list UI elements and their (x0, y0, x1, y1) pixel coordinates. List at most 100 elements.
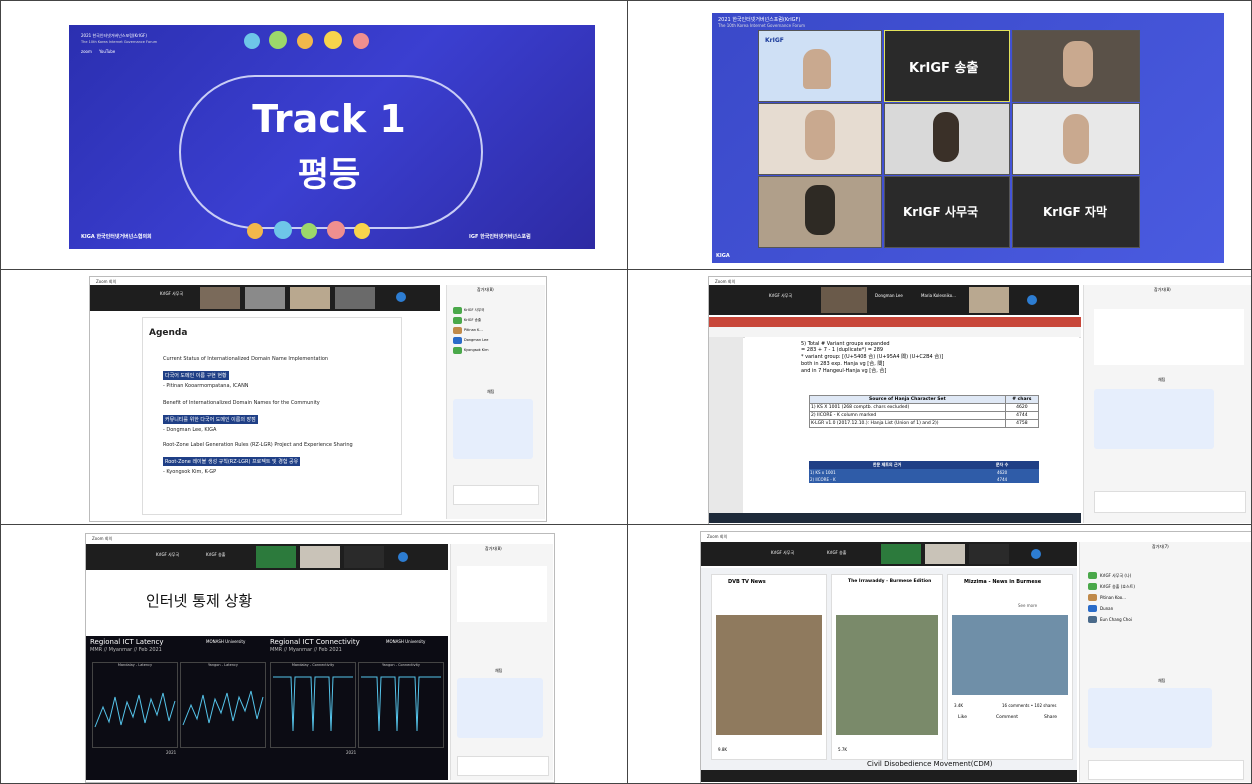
participant-name: Dongman Lee (464, 338, 489, 342)
participant-row[interactable]: Dongman Lee (453, 335, 537, 345)
kiga-logo: KIGA (716, 253, 730, 259)
post-reactions: 5.7K (838, 747, 847, 752)
illustration-icon (269, 31, 287, 49)
latency-plot: Mandalay - Latency (92, 662, 178, 748)
cell-hanja-share: Zoom 회의 KrIGF 사무국 Dongman Lee Maria Kole… (627, 269, 1252, 525)
share-button[interactable]: Share (1044, 715, 1057, 720)
speaker-name: KrIGF 송출 (827, 550, 847, 555)
agenda-item: Root-Zone Label Generation Rules (RZ-LGR… (163, 442, 393, 475)
video-tile[interactable] (1012, 103, 1140, 175)
illustration-icon (353, 33, 369, 49)
participant-row[interactable]: KrIGF 송출 (호스트) (1088, 581, 1242, 592)
speaker-thumb[interactable] (300, 546, 340, 568)
x-axis-label: 2021 (166, 750, 177, 755)
table-cell: 1) KS X 1001 (268 comptb. chars excluded… (809, 403, 1006, 412)
video-tile[interactable] (884, 103, 1010, 175)
speaker-thumb[interactable] (200, 287, 240, 309)
speaker-thumb[interactable] (245, 287, 285, 309)
participant-row[interactable]: Eun Chang Choi (1088, 614, 1242, 625)
video-tile[interactable]: KrIGF (758, 30, 882, 102)
fb-post[interactable]: Mizzima - News in Burmese See more 3.4K … (947, 574, 1073, 760)
forum-line1: 2021 한국인터넷거버넌스포럼(KrIGF) (718, 17, 801, 23)
like-button[interactable]: Like (958, 715, 967, 720)
video-tile[interactable] (758, 176, 882, 248)
participant-face (803, 49, 831, 89)
text-line: * variant group: [(U+5408 合) (U+95A4 閤) … (801, 354, 944, 360)
speaker-name: KrIGF 사무국 (771, 550, 795, 555)
video-tile[interactable] (758, 103, 882, 175)
speaker-thumb[interactable] (335, 287, 375, 309)
speaker-thumb[interactable] (969, 287, 1009, 313)
participant-row[interactable]: KrIGF 사무국 (나) (1088, 570, 1242, 581)
table-header: 한문 제트의 근거 (872, 462, 902, 467)
speaker-thumb[interactable] (925, 544, 965, 564)
zoom-window: Zoom 회의 KrIGF 사무국 KrIGF 송출 DVB TV News 9… (700, 531, 1251, 783)
illustration-icon (324, 31, 342, 49)
participant-name: KrIGF 사무국 (464, 307, 485, 312)
fb-post[interactable]: The Irrawaddy - Burmese Edition 5.7K (831, 574, 943, 760)
fb-post[interactable]: DVB TV News 9.8K (711, 574, 827, 760)
participants-title: 참가자(7) (1152, 544, 1169, 549)
video-tile[interactable]: KrIGF 사무국 (884, 176, 1010, 248)
participant-row[interactable]: KrIGF 송출 (453, 315, 537, 325)
speaker-name: KrIGF 사무국 (160, 291, 184, 296)
participant-row[interactable]: KrIGF 사무국 (453, 305, 537, 315)
chart2-title: Regional ICT Connectivity (270, 638, 360, 646)
speaker-thumb[interactable] (290, 287, 330, 309)
chat-input[interactable] (1088, 760, 1244, 780)
track-subtitle: 평등 (297, 155, 361, 195)
participant-face (805, 185, 835, 235)
speaker-thumb[interactable] (344, 546, 384, 568)
participant-row[interactable]: Dunan (1088, 603, 1242, 614)
chat-input[interactable] (453, 485, 539, 505)
participant-name: KrIGF 사무국 (나) (1100, 572, 1132, 578)
zoom-window: Zoom 회의 KrIGF 사무국 KrIGF 송출 인터넷 통제 상황 Reg… (85, 533, 555, 783)
post-source: DVB TV News (728, 579, 766, 585)
table-cell: K-LGR v1.0 (2017.12.10.): Hanja List (Un… (809, 419, 1006, 428)
chat-title: 채팅 (487, 389, 495, 394)
igf-logo: IGF 한국인터넷거버넌스포럼 (469, 234, 531, 240)
forum-line2: The 10th Korea Internet Governance Forum (81, 40, 158, 44)
video-tile[interactable] (1012, 30, 1140, 102)
agenda-item: Current Status of Internationalized Doma… (163, 356, 393, 389)
see-more-link[interactable]: See more (1018, 603, 1037, 608)
speaker-thumb[interactable] (969, 544, 1009, 564)
chat-title: 채팅 (1158, 678, 1166, 683)
next-page-icon[interactable] (396, 292, 406, 302)
participant-list[interactable] (457, 566, 547, 622)
track-title-slide: 2021 한국인터넷거버넌스포럼(KrIGF) The 10th Korea I… (69, 25, 595, 249)
shared-slide: 인터넷 통제 상황 Regional ICT Latency MMR // My… (86, 572, 448, 780)
video-tile[interactable]: KrIGF 자막 (1012, 176, 1140, 248)
slide-title: 인터넷 통제 상황 (146, 592, 253, 610)
participant-list[interactable] (1094, 309, 1244, 365)
illustration-icon (297, 33, 313, 49)
chat-input[interactable] (457, 756, 549, 776)
cell-facebook-share: Zoom 회의 KrIGF 사무국 KrIGF 송출 DVB TV News 9… (627, 524, 1252, 784)
speaker-name: Dongman Lee (875, 293, 903, 298)
participant-name: KrIGF 송출 (호스트) (1100, 583, 1135, 589)
table-cell: 1) KS x 1001 (810, 470, 836, 475)
cell-agenda-share: Zoom 회의 KrIGF 사무국 Agenda Current Status … (0, 269, 628, 525)
participant-list: KrIGF 사무국 KrIGF 송출 Pitinan K... Dongman … (453, 305, 537, 355)
taskbar (709, 513, 1081, 523)
participant-row[interactable]: Pitinan Koo... (1088, 592, 1242, 603)
agenda-title: Agenda (149, 328, 188, 338)
participant-row[interactable]: Kyongsok Kim (453, 345, 537, 355)
slide-thumbnails[interactable] (709, 337, 743, 513)
chat-input[interactable] (1094, 491, 1246, 513)
cell-internet-control: Zoom 회의 KrIGF 사무국 KrIGF 송출 인터넷 통제 상황 Reg… (0, 524, 628, 784)
post-reactions: 3.4K (954, 703, 963, 708)
next-page-icon[interactable] (1027, 295, 1037, 305)
next-page-icon[interactable] (1031, 549, 1041, 559)
video-tile[interactable]: KrIGF 송출 (884, 30, 1010, 102)
avatar (453, 316, 462, 324)
zoom-window: Zoom 회의 KrIGF 사무국 Agenda Current Status … (89, 276, 547, 522)
comment-button[interactable]: Comment (996, 715, 1018, 720)
speaker-thumb[interactable] (821, 287, 867, 313)
speaker-thumb[interactable] (256, 546, 296, 568)
speaker-thumb[interactable] (881, 544, 921, 564)
participant-row[interactable]: Pitinan K... (453, 325, 537, 335)
participant-face (933, 112, 959, 162)
agenda-speaker: - Dongman Lee, KIGA (163, 427, 217, 433)
next-page-icon[interactable] (398, 552, 408, 562)
